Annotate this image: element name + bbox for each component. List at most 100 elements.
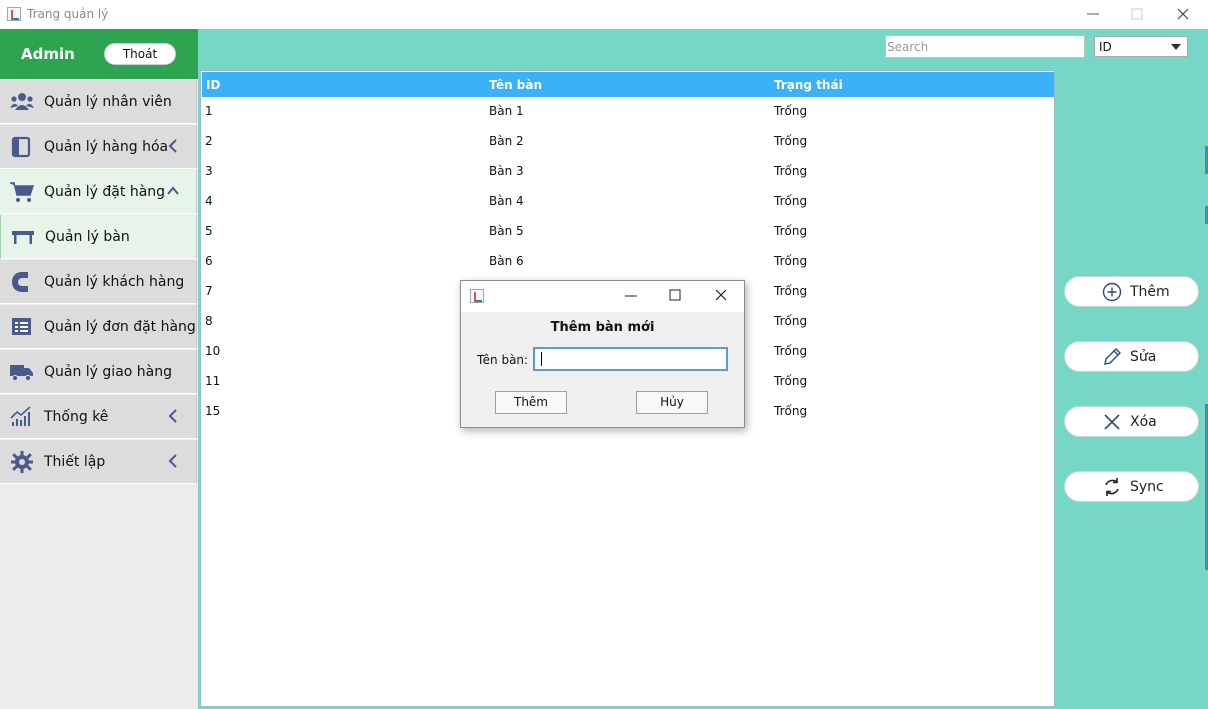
dialog-confirm-button[interactable]: Thêm bbox=[495, 391, 567, 414]
window-titlebar: Trang quản lý bbox=[0, 0, 1208, 29]
sidebar-item-order-list[interactable]: Quản lý đơn đặt hàng bbox=[0, 305, 197, 349]
table-icon bbox=[12, 231, 34, 244]
sidebar-item-label: Thiết lập bbox=[44, 454, 106, 470]
delete-button[interactable]: Xóa bbox=[1064, 406, 1199, 437]
box-icon bbox=[11, 136, 31, 158]
pencil-icon bbox=[1104, 348, 1121, 365]
search-filter-select[interactable]: ID bbox=[1094, 36, 1188, 57]
java-app-icon bbox=[470, 289, 484, 303]
add-button[interactable]: Thêm bbox=[1064, 276, 1199, 307]
table-row[interactable]: 3 Bàn 3 Trống bbox=[202, 157, 1054, 187]
sidebar-header: Admin Thoát bbox=[0, 29, 198, 79]
maximize-icon bbox=[1131, 8, 1143, 20]
filter-selected-value: ID bbox=[1099, 40, 1112, 54]
cell-status: Trống bbox=[774, 284, 808, 298]
cell-status: Trống bbox=[774, 164, 808, 178]
window-title: Trang quản lý bbox=[27, 7, 109, 21]
sidebar-item-statistics[interactable]: Thống kê bbox=[0, 395, 197, 439]
search-input[interactable]: Search bbox=[885, 35, 1085, 58]
sidebar-item-label: Quản lý giao hàng bbox=[44, 364, 173, 380]
truck-icon bbox=[10, 365, 33, 382]
cell-status: Trống bbox=[774, 254, 808, 268]
sidebar-item-orders[interactable]: Quản lý đặt hàng bbox=[0, 170, 197, 214]
gear-icon bbox=[11, 451, 33, 473]
dialog-heading: Thêm bàn mới bbox=[550, 320, 655, 335]
sidebar-item-customers[interactable]: Quản lý khách hàng bbox=[0, 260, 197, 304]
column-header-id[interactable]: ID bbox=[206, 78, 220, 92]
sidebar-item-label: Thống kê bbox=[44, 409, 109, 425]
dialog-minimize-button[interactable] bbox=[621, 287, 641, 305]
close-button[interactable] bbox=[1160, 0, 1206, 29]
cell-status: Trống bbox=[774, 344, 808, 358]
sync-button[interactable]: Sync bbox=[1064, 471, 1199, 502]
cell-name: Bàn 2 bbox=[489, 134, 524, 148]
sidebar-item-label: Quản lý đơn đặt hàng bbox=[44, 319, 196, 335]
cell-id: 4 bbox=[205, 194, 213, 208]
cell-status: Trống bbox=[774, 404, 808, 418]
sidebar-item-tables[interactable]: Quản lý bàn bbox=[0, 215, 197, 259]
table-name-label: Tên bàn: bbox=[477, 353, 529, 367]
edit-button[interactable]: Sửa bbox=[1064, 341, 1199, 372]
cell-status: Trống bbox=[774, 374, 808, 388]
cell-id: 6 bbox=[205, 254, 213, 268]
column-header-status[interactable]: Trạng thái bbox=[774, 78, 843, 92]
cell-name: Bàn 4 bbox=[489, 194, 524, 208]
maximize-icon bbox=[669, 289, 681, 301]
cell-name: Bàn 1 bbox=[489, 104, 524, 118]
cell-status: Trống bbox=[774, 134, 808, 148]
table-row[interactable]: 1 Bàn 1 Trống bbox=[202, 97, 1054, 127]
chevron-up-icon bbox=[167, 186, 179, 195]
order-list-icon bbox=[12, 318, 31, 335]
minimize-button[interactable] bbox=[1070, 0, 1116, 29]
cell-id: 7 bbox=[205, 284, 213, 298]
cell-status: Trống bbox=[774, 224, 808, 238]
x-icon bbox=[1104, 414, 1120, 430]
add-button-label: Thêm bbox=[1130, 284, 1170, 300]
sidebar-item-delivery[interactable]: Quản lý giao hàng bbox=[0, 350, 197, 394]
sidebar-item-settings[interactable]: Thiết lập bbox=[0, 440, 197, 484]
column-header-name[interactable]: Tên bàn bbox=[489, 78, 542, 92]
dialog-maximize-button[interactable] bbox=[665, 287, 685, 305]
sync-icon bbox=[1105, 478, 1119, 496]
chevron-left-icon bbox=[168, 139, 177, 153]
chart-icon bbox=[10, 406, 31, 426]
table-row[interactable]: 2 Bàn 2 Trống bbox=[202, 127, 1054, 157]
sidebar-item-label: Quản lý khách hàng bbox=[44, 274, 185, 290]
delete-button-label: Xóa bbox=[1130, 414, 1157, 430]
table-name-input[interactable] bbox=[533, 347, 728, 371]
sync-button-label: Sync bbox=[1130, 479, 1164, 495]
dialog-close-button[interactable] bbox=[711, 287, 731, 305]
table-header: ID Tên bàn Trạng thái bbox=[202, 72, 1054, 97]
cart-icon bbox=[10, 182, 34, 202]
table-row[interactable]: 6 Bàn 6 Trống bbox=[202, 247, 1054, 277]
logout-button[interactable]: Thoát bbox=[104, 43, 176, 65]
chevron-left-icon bbox=[168, 409, 177, 423]
cell-name: Bàn 3 bbox=[489, 164, 524, 178]
maximize-button[interactable] bbox=[1114, 0, 1160, 29]
sidebar-item-label: Quản lý nhân viên bbox=[44, 94, 172, 110]
table-row[interactable]: 5 Bàn 5 Trống bbox=[202, 217, 1054, 247]
cell-id: 5 bbox=[205, 224, 213, 238]
users-icon bbox=[10, 93, 34, 110]
cell-status: Trống bbox=[774, 194, 808, 208]
cell-id: 1 bbox=[205, 104, 213, 118]
user-name: Admin bbox=[21, 45, 75, 63]
chevron-left-icon bbox=[168, 454, 177, 468]
dialog-titlebar bbox=[461, 281, 744, 312]
sidebar-item-staff[interactable]: Quản lý nhân viên bbox=[0, 80, 197, 124]
table-row[interactable]: 4 Bàn 4 Trống bbox=[202, 187, 1054, 217]
close-icon bbox=[715, 289, 727, 301]
sidebar-item-label: Quản lý đặt hàng bbox=[44, 184, 166, 200]
sidebar-item-label: Quản lý hàng hóa bbox=[44, 139, 169, 155]
cell-status: Trống bbox=[774, 104, 808, 118]
add-table-dialog: Thêm bàn mới Tên bàn: Thêm Hủy bbox=[460, 280, 745, 428]
sidebar-item-label: Quản lý bàn bbox=[45, 229, 130, 245]
sidebar-item-goods[interactable]: Quản lý hàng hóa bbox=[0, 125, 197, 169]
dialog-cancel-button[interactable]: Hủy bbox=[636, 391, 708, 414]
cell-id: 3 bbox=[205, 164, 213, 178]
cell-id: 2 bbox=[205, 134, 213, 148]
close-icon bbox=[1177, 8, 1189, 20]
java-app-icon bbox=[7, 7, 21, 21]
cell-status: Trống bbox=[774, 314, 808, 328]
cell-name: Bàn 5 bbox=[489, 224, 524, 238]
